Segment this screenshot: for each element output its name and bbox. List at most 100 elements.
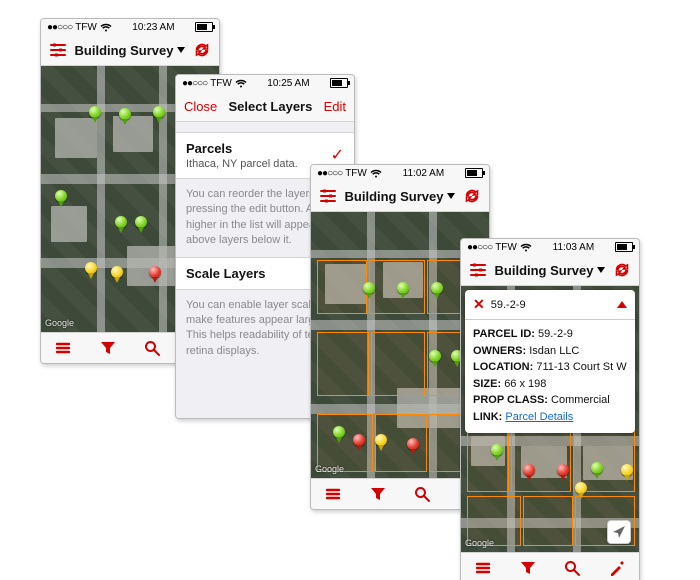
chevron-down-icon — [177, 47, 185, 53]
project-title: Building Survey — [75, 43, 174, 58]
pin-green[interactable] — [115, 216, 127, 228]
edit-button[interactable] — [606, 557, 628, 579]
parcel-outline[interactable] — [317, 260, 367, 314]
parcel-outline[interactable] — [317, 332, 369, 396]
signal-dots-icon: ●●○○○ — [182, 78, 207, 89]
close-icon[interactable]: ✕ — [473, 296, 485, 313]
wifi-icon — [520, 243, 532, 252]
map-attribution: Google — [315, 464, 344, 474]
signal-dots-icon: ●●○○○ — [467, 242, 492, 253]
layers-settings-button[interactable] — [467, 259, 489, 281]
map-view[interactable]: ✕ 59.-2-9 PARCEL ID: 59.-2-9 OWNERS: Isd… — [461, 286, 639, 552]
battery-icon — [330, 78, 348, 88]
filter-button[interactable] — [97, 337, 119, 359]
carrier-label: TFW — [345, 168, 367, 179]
pin-green[interactable] — [429, 350, 441, 362]
status-time: 11:02 AM — [403, 168, 445, 179]
parcel-outline[interactable] — [371, 332, 425, 396]
signal-dots-icon: ●●○○○ — [47, 22, 72, 33]
list-button[interactable] — [322, 483, 344, 505]
pin-green[interactable] — [363, 282, 375, 294]
value-owners: Isdan LLC — [529, 345, 579, 357]
parcel-outline[interactable] — [467, 430, 509, 492]
pin-green[interactable] — [491, 444, 503, 456]
pin-red[interactable] — [353, 434, 365, 446]
label-link: LINK: — [473, 411, 502, 423]
wifi-icon — [235, 79, 247, 88]
value-location: 711-13 Court St W — [536, 361, 626, 373]
layers-settings-button[interactable] — [47, 39, 69, 61]
layers-sheet-header: Close Select Layers Edit — [176, 91, 354, 122]
pin-yellow[interactable] — [375, 434, 387, 446]
status-bar: ●●○○○ TFW 11:03 AM — [461, 239, 639, 255]
collapse-icon[interactable] — [617, 301, 627, 308]
label-owners: OWNERS: — [473, 345, 526, 357]
pin-red[interactable] — [149, 266, 161, 278]
project-title-dropdown[interactable]: Building Survey — [495, 263, 606, 278]
label-parcel-id: PARCEL ID: — [473, 328, 535, 340]
screenshot-stage: ●●○○○ TFW 10:23 AM Building Survey — [0, 0, 700, 580]
label-prop-class: PROP CLASS: — [473, 394, 548, 406]
app-header: Building Survey — [41, 35, 219, 66]
pin-green[interactable] — [135, 216, 147, 228]
status-bar: ●●○○○ TFW 11:02 AM — [311, 165, 489, 181]
pin-yellow[interactable] — [111, 266, 123, 278]
layer-row-title: Parcels — [186, 141, 344, 156]
status-time: 11:03 AM — [553, 242, 595, 253]
parcel-outline[interactable] — [523, 496, 573, 546]
value-size: 66 x 198 — [504, 378, 546, 390]
value-parcel-id: 59.-2-9 — [538, 328, 573, 340]
carrier-label: TFW — [75, 22, 97, 33]
parcel-detail-card: ✕ 59.-2-9 PARCEL ID: 59.-2-9 OWNERS: Isd… — [465, 290, 635, 433]
bottom-toolbar — [461, 552, 639, 580]
pin-red[interactable] — [523, 464, 535, 476]
list-button[interactable] — [52, 337, 74, 359]
wifi-icon — [370, 169, 382, 178]
parcel-details-link[interactable]: Parcel Details — [505, 411, 573, 423]
chevron-down-icon — [597, 267, 605, 273]
map-attribution: Google — [45, 318, 74, 328]
status-time: 10:25 AM — [267, 78, 309, 89]
pin-yellow[interactable] — [575, 482, 587, 494]
project-title: Building Survey — [495, 263, 594, 278]
search-button[interactable] — [141, 337, 163, 359]
pin-green[interactable] — [591, 462, 603, 474]
pin-green[interactable] — [153, 106, 165, 118]
layers-title: Select Layers — [229, 99, 313, 114]
refresh-button[interactable] — [611, 259, 633, 281]
layers-settings-button[interactable] — [317, 185, 339, 207]
pin-red[interactable] — [407, 438, 419, 450]
parcel-outline[interactable] — [511, 430, 571, 492]
filter-button[interactable] — [517, 557, 539, 579]
pin-green[interactable] — [119, 108, 131, 120]
signal-dots-icon: ●●○○○ — [317, 168, 342, 179]
pin-green[interactable] — [333, 426, 345, 438]
pin-red[interactable] — [557, 464, 569, 476]
pin-yellow[interactable] — [85, 262, 97, 274]
label-size: SIZE: — [473, 378, 501, 390]
parcel-short-id: 59.-2-9 — [491, 299, 526, 311]
list-button[interactable] — [472, 557, 494, 579]
refresh-button[interactable] — [191, 39, 213, 61]
project-title-dropdown[interactable]: Building Survey — [345, 189, 456, 204]
wifi-icon — [100, 23, 112, 32]
pin-green[interactable] — [89, 106, 101, 118]
locate-me-button[interactable] — [607, 520, 631, 544]
battery-icon — [195, 22, 213, 32]
map-attribution: Google — [465, 538, 494, 548]
parcel-detail-body: PARCEL ID: 59.-2-9 OWNERS: Isdan LLC LOC… — [465, 319, 635, 433]
close-button[interactable]: Close — [184, 99, 217, 114]
filter-button[interactable] — [367, 483, 389, 505]
status-bar: ●●○○○ TFW 10:23 AM — [41, 19, 219, 35]
project-title-dropdown[interactable]: Building Survey — [75, 43, 186, 58]
pin-green[interactable] — [55, 190, 67, 202]
search-button[interactable] — [411, 483, 433, 505]
carrier-label: TFW — [210, 78, 232, 89]
app-header: Building Survey — [461, 255, 639, 286]
search-button[interactable] — [561, 557, 583, 579]
pin-green[interactable] — [431, 282, 443, 294]
edit-layers-button[interactable]: Edit — [324, 99, 346, 114]
pin-green[interactable] — [397, 282, 409, 294]
pin-yellow[interactable] — [621, 464, 633, 476]
refresh-button[interactable] — [461, 185, 483, 207]
